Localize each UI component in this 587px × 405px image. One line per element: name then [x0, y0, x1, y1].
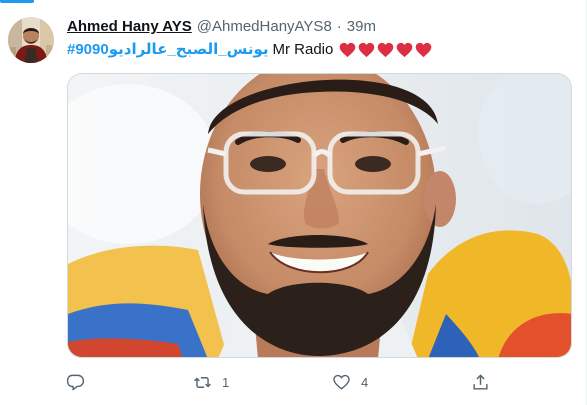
timestamp[interactable]: 39m [347, 17, 376, 37]
tweet-photo[interactable] [67, 73, 572, 358]
reply-icon [66, 374, 85, 390]
heart-emoji [358, 42, 375, 58]
retweet-count: 1 [222, 374, 230, 390]
heart-emoji [415, 42, 432, 58]
retweet-button[interactable]: 1 [193, 368, 229, 396]
heart-emoji-row [339, 42, 432, 58]
hashtag-link[interactable]: #يونس_الصبح_عالراديو9090 [67, 40, 268, 60]
tweet-action-bar: 1 4 [60, 368, 500, 396]
heart-emoji [377, 42, 394, 58]
retweet-icon [194, 376, 211, 388]
like-button[interactable]: 4 [332, 368, 368, 396]
tweet-header: Ahmed Hany AYS @AhmedHanyAYS8 · 39m [67, 17, 376, 37]
reply-button[interactable] [66, 368, 95, 396]
share-icon [473, 373, 488, 390]
like-count: 4 [361, 374, 369, 390]
separator-dot: · [336, 18, 342, 35]
heart-emoji [396, 42, 413, 58]
heart-icon [333, 374, 350, 390]
tweet-text: #يونس_الصبح_عالراديو9090 Mr Radio [67, 40, 432, 60]
heart-emoji [339, 42, 356, 58]
author-handle[interactable]: @AhmedHanyAYS8 [197, 17, 332, 37]
share-button[interactable] [471, 368, 500, 396]
tweet[interactable]: Ahmed Hany AYS @AhmedHanyAYS8 · 39m #يون… [0, 0, 586, 405]
avatar[interactable] [8, 17, 54, 63]
tweet-body-text: Mr Radio [272, 41, 334, 58]
author-name[interactable]: Ahmed Hany AYS [67, 17, 192, 37]
